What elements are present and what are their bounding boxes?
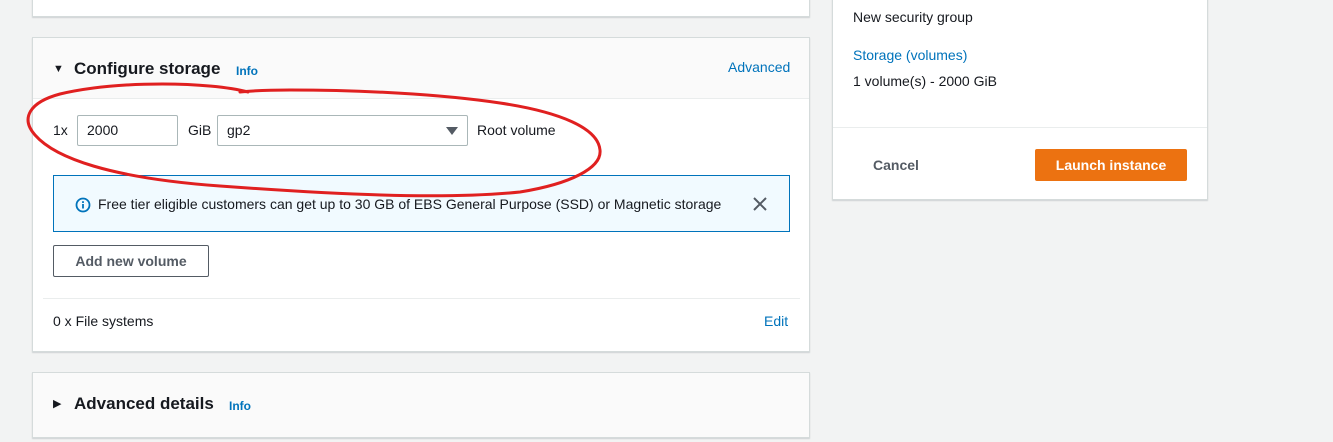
summary-panel: New security group Storage (volumes) 1 v… bbox=[832, 0, 1208, 200]
security-group-text: New security group bbox=[853, 9, 973, 25]
volume-count-label: 1x bbox=[53, 122, 68, 138]
close-icon[interactable] bbox=[751, 195, 769, 213]
divider bbox=[833, 127, 1207, 128]
volume-role-label: Root volume bbox=[477, 122, 556, 138]
section-title: Advanced details bbox=[74, 394, 214, 413]
storage-volumes-value: 1 volume(s) - 2000 GiB bbox=[853, 73, 997, 89]
divider bbox=[43, 298, 800, 299]
info-link[interactable]: Info bbox=[229, 399, 251, 413]
edit-link[interactable]: Edit bbox=[764, 313, 788, 329]
previous-section-panel bbox=[32, 0, 810, 17]
caret-down-icon[interactable]: ▼ bbox=[53, 63, 64, 75]
launch-instance-button[interactable]: Launch instance bbox=[1035, 149, 1187, 181]
info-circle-icon bbox=[75, 197, 91, 213]
info-link[interactable]: Info bbox=[236, 64, 258, 78]
section-title: Configure storage bbox=[74, 59, 221, 78]
cancel-button[interactable]: Cancel bbox=[873, 149, 923, 181]
configure-storage-header[interactable]: ▼ Configure storage Info Advanced bbox=[33, 38, 809, 99]
storage-volumes-link[interactable]: Storage (volumes) bbox=[853, 47, 967, 63]
advanced-link[interactable]: Advanced bbox=[728, 59, 790, 75]
volume-type-value: gp2 bbox=[227, 122, 251, 138]
free-tier-alert: Free tier eligible customers can get up … bbox=[53, 175, 790, 232]
file-systems-text: 0 x File systems bbox=[53, 313, 154, 329]
caret-right-icon[interactable]: ▶ bbox=[53, 397, 61, 410]
dropdown-arrow-icon bbox=[446, 127, 458, 135]
add-new-volume-button[interactable]: Add new volume bbox=[53, 245, 209, 277]
size-unit-label: GiB bbox=[188, 122, 212, 138]
volume-type-select[interactable]: gp2 bbox=[217, 115, 468, 146]
configure-storage-panel: ▼ Configure storage Info Advanced 1x 200… bbox=[32, 37, 810, 352]
alert-text: Free tier eligible customers can get up … bbox=[98, 196, 722, 212]
advanced-details-panel[interactable]: ▶ Advanced details Info bbox=[32, 372, 810, 438]
volume-size-input[interactable]: 2000 bbox=[77, 115, 178, 146]
